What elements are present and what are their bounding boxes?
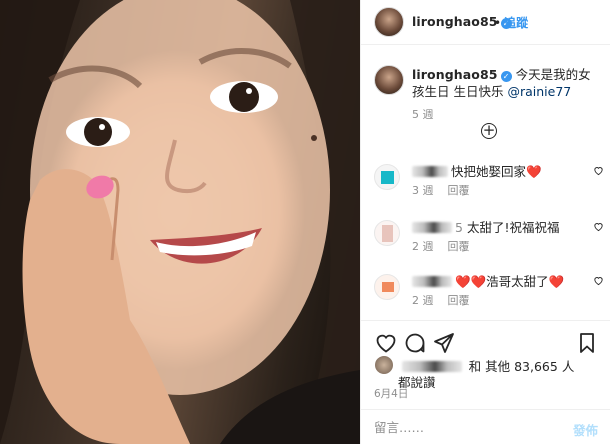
follow-group: • 追蹤 <box>491 14 528 31</box>
comment-item: 快把她娶回家❤️ 3 週 回覆 <box>374 161 610 205</box>
reply-button[interactable]: 回覆 <box>448 184 470 197</box>
caption-username[interactable]: lironghao85 <box>412 67 498 82</box>
comment-line: ❤️❤️浩哥太甜了❤️ <box>412 271 564 290</box>
post-actions: 和 其他 83,665 人 都說讚 6月4日 發佈 <box>361 320 610 445</box>
follow-button[interactable]: 追蹤 <box>504 16 528 30</box>
comment-icon[interactable] <box>403 331 427 355</box>
separator-dot: • <box>494 16 502 30</box>
post-comment-button[interactable]: 發佈 <box>573 420 598 439</box>
comment-input[interactable] <box>374 420 554 435</box>
commenter-avatar[interactable] <box>374 274 400 300</box>
post-header: lironghao85 ✓ • 追蹤 <box>361 0 610 45</box>
caption-mention[interactable]: @rainie77 <box>507 84 571 99</box>
comment-text: 浩哥太甜了 <box>486 274 549 289</box>
share-icon[interactable] <box>432 331 456 355</box>
comment-time[interactable]: 2 週 <box>412 294 434 307</box>
liker-avatar[interactable] <box>374 355 394 375</box>
reply-button[interactable]: 回覆 <box>448 240 470 253</box>
heart-outline-icon[interactable] <box>593 221 604 232</box>
comment-line: 快把她娶回家❤️ <box>412 161 542 180</box>
reply-button[interactable]: 回覆 <box>448 294 470 307</box>
commenter-avatar[interactable] <box>374 164 400 190</box>
comment-time[interactable]: 2 週 <box>412 240 434 253</box>
heart-emoji: ❤️ <box>548 274 565 289</box>
avatar-swatch <box>382 225 393 242</box>
plus-circle-icon[interactable]: + <box>481 123 497 139</box>
post-photo[interactable] <box>0 0 360 444</box>
heart-outline-icon[interactable] <box>593 275 604 286</box>
post-date[interactable]: 6月4日 <box>374 386 408 401</box>
heart-emoji-prefix: ❤️❤️ <box>455 274 487 289</box>
blurred-liker-name[interactable] <box>401 361 462 372</box>
caption-time[interactable]: 5 週 <box>412 106 434 122</box>
blurred-username[interactable] <box>412 276 452 287</box>
comment-text: 快把她娶回家 <box>451 164 527 179</box>
comment-item: ❤️❤️浩哥太甜了❤️ 2 週 回覆 <box>374 271 610 315</box>
comments-list[interactable]: lironghao85 ✓ 今天是我的女孩生日 生日快乐 @rainie77 5 … <box>361 45 610 320</box>
heart-outline-icon[interactable] <box>593 165 604 176</box>
portrait-illustration <box>0 0 360 444</box>
heart-outline-icon[interactable] <box>374 331 398 355</box>
comment-meta: 3 週 回覆 <box>412 182 470 198</box>
avatar-swatch <box>382 282 394 292</box>
author-avatar[interactable] <box>374 7 404 37</box>
blurred-username[interactable] <box>412 166 448 177</box>
comment-text: 太甜了!祝福祝福 <box>466 220 560 235</box>
comment-prefix: 5 <box>455 220 463 235</box>
instagram-post: lironghao85 ✓ • 追蹤 lironghao85 ✓ 今天是我的女孩生日 … <box>0 0 610 444</box>
bookmark-icon[interactable] <box>575 331 599 355</box>
commenter-avatar[interactable] <box>374 220 400 246</box>
verified-badge-icon: ✓ <box>500 71 512 82</box>
post-side-panel: lironghao85 ✓ • 追蹤 lironghao85 ✓ 今天是我的女孩生日 … <box>360 0 610 444</box>
likes-count-text[interactable]: 和 其他 83,665 人 <box>469 359 575 374</box>
comment-item: 5 太甜了!祝福祝福 2 週 回覆 <box>374 217 610 261</box>
caption-body: lironghao85 ✓ 今天是我的女孩生日 生日快乐 @rainie77 <box>412 66 602 100</box>
comment-bar: 發佈 <box>361 409 610 446</box>
heart-emoji: ❤️ <box>526 164 542 179</box>
caption-avatar[interactable] <box>374 65 404 95</box>
comment-line: 5 太甜了!祝福祝福 <box>412 217 559 236</box>
author-username-text[interactable]: lironghao85 <box>412 14 498 29</box>
comment-meta: 2 週 回覆 <box>412 292 470 308</box>
likes-summary[interactable]: 和 其他 83,665 人 都說讚 <box>374 355 604 391</box>
comment-meta: 2 週 回覆 <box>412 238 470 254</box>
avatar-swatch <box>381 171 394 184</box>
blurred-username[interactable] <box>412 222 452 233</box>
comment-time[interactable]: 3 週 <box>412 184 434 197</box>
